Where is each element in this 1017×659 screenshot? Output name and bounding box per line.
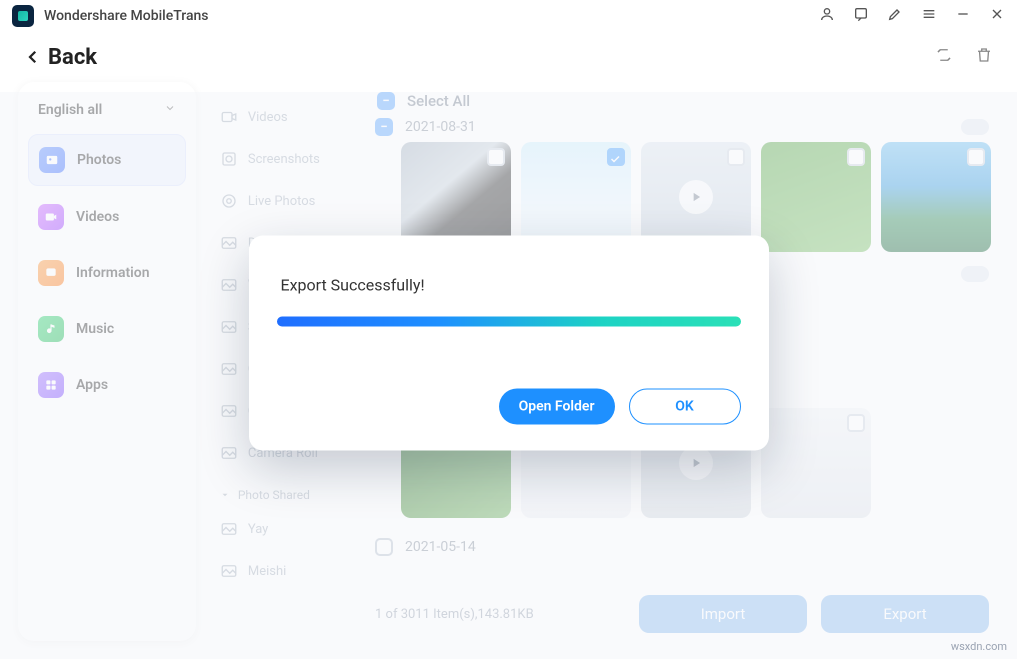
app-logo [12, 5, 34, 27]
account-icon[interactable] [819, 6, 835, 26]
ok-label: OK [675, 398, 694, 414]
refresh-icon[interactable] [935, 46, 953, 68]
progress-bar [277, 316, 741, 326]
feedback-icon[interactable] [853, 6, 869, 26]
open-folder-label: Open Folder [519, 398, 595, 414]
dialog-title: Export Successfully! [277, 275, 741, 294]
open-folder-button[interactable]: Open Folder [499, 388, 615, 424]
minimize-icon[interactable] [955, 6, 971, 26]
watermark: wsxdn.com [951, 640, 1007, 653]
back-bar: Back [0, 32, 1017, 82]
back-button[interactable]: Back [24, 45, 97, 70]
close-icon[interactable] [989, 6, 1005, 26]
title-bar: Wondershare MobileTrans [0, 0, 1017, 32]
ok-button[interactable]: OK [629, 388, 741, 424]
back-label: Back [48, 45, 97, 70]
delete-icon[interactable] [975, 46, 993, 68]
app-title: Wondershare MobileTrans [44, 8, 209, 24]
export-success-dialog: Export Successfully! Open Folder OK [249, 235, 769, 450]
menu-icon[interactable] [921, 6, 937, 26]
edit-icon[interactable] [887, 6, 903, 26]
